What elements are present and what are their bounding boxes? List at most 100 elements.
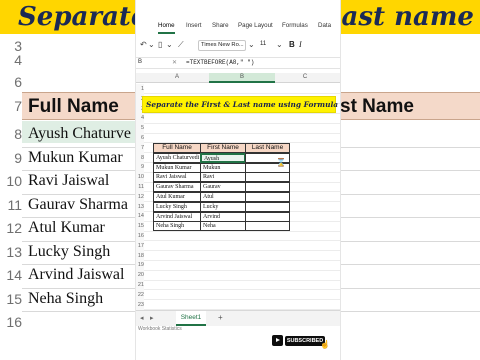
row-number[interactable]: 9 — [136, 162, 144, 173]
undo-dropdown-icon[interactable]: ⌄ — [148, 40, 155, 50]
bold-button[interactable]: B — [289, 40, 295, 49]
italic-button[interactable]: I — [299, 40, 302, 49]
row-number[interactable]: 7 — [136, 142, 144, 153]
row-number[interactable]: 14 — [136, 211, 144, 222]
table-header-first-name[interactable]: First Name — [200, 143, 246, 153]
tab-share[interactable]: Share — [212, 22, 229, 29]
row-number[interactable]: 10 — [136, 172, 144, 183]
bg-row-number: 15 — [6, 290, 22, 307]
row-number[interactable]: 15 — [136, 221, 144, 232]
tab-insert[interactable]: Insert — [186, 22, 201, 29]
column-header-bar: A B C — [136, 73, 340, 83]
mouse-cursor-icon: ⌛ — [276, 158, 286, 167]
bg-row-number: 7 — [14, 98, 22, 114]
table-cell-full-name[interactable]: Ravi Jaiswal — [153, 172, 201, 183]
bg-header-full-name: Full Name — [28, 96, 119, 117]
column-header-b[interactable]: B — [209, 74, 275, 80]
tab-formulas[interactable]: Formulas — [282, 22, 308, 29]
bg-row-number: 9 — [14, 149, 22, 166]
table-cell-last-name[interactable] — [245, 221, 290, 232]
clipboard-dropdown-icon[interactable]: ⌄ — [166, 40, 173, 50]
row-number[interactable]: 23 — [136, 299, 144, 310]
prev-sheet-icon[interactable]: ◂ — [140, 314, 144, 322]
table-cell-full-name[interactable]: Mukun Kumar — [153, 162, 201, 173]
row-number[interactable]: 13 — [136, 201, 144, 212]
row-number[interactable]: 16 — [136, 231, 144, 241]
row-number[interactable]: 4 — [136, 113, 144, 124]
row-number[interactable]: 21 — [136, 280, 144, 290]
table-cell-full-name[interactable]: Ayush Chaturvedi — [153, 152, 201, 163]
table-cell-full-name[interactable]: Lucky Singh — [153, 201, 201, 212]
size-dropdown-icon[interactable]: ⌄ — [276, 40, 283, 50]
bg-row-number: 13 — [6, 243, 22, 260]
status-bar-text: Workbook Statistics — [138, 326, 182, 332]
bg-header-last-name: st Name — [340, 96, 414, 117]
title-callout: Separate the First & Last name using For… — [142, 96, 338, 113]
row-number[interactable]: 5 — [136, 123, 144, 134]
column-header-a[interactable]: A — [144, 74, 210, 80]
bg-full-name: Arvind Jaiswal — [28, 266, 125, 283]
table-cell-first-name[interactable]: Lucky — [200, 201, 246, 212]
bg-full-name: Gaurav Sharma — [28, 195, 128, 213]
table-cell-full-name[interactable]: Gaurav Sharma — [153, 182, 201, 193]
table-cell-first-name[interactable]: Ayush — [200, 152, 246, 163]
row-number[interactable]: 18 — [136, 250, 144, 261]
table-cell-full-name[interactable]: Atul Kumar — [153, 192, 201, 202]
add-sheet-button[interactable]: + — [218, 313, 223, 322]
table-header-full-name[interactable]: Full Name — [153, 143, 201, 153]
table-cell-last-name[interactable] — [245, 201, 290, 212]
table-cell-last-name[interactable] — [245, 211, 290, 222]
bg-full-name: Atul Kumar — [28, 219, 105, 236]
row-number[interactable]: 8 — [136, 152, 144, 163]
bg-row-number: 4 — [14, 52, 22, 68]
table-cell-first-name[interactable]: Arvind — [200, 211, 246, 222]
table-cell-full-name[interactable]: Arvind Jaiswal — [153, 211, 201, 222]
row-number[interactable]: 1 — [136, 84, 144, 94]
undo-icon[interactable]: ↶ — [140, 40, 147, 50]
bg-row-number: 12 — [6, 220, 22, 236]
name-box[interactable]: B — [138, 59, 142, 65]
font-name-select[interactable]: Times New Ro... — [198, 40, 246, 51]
row-number[interactable]: 11 — [136, 182, 144, 192]
row-number[interactable]: 20 — [136, 270, 144, 281]
sheet-tab-sheet1[interactable]: Sheet1 — [176, 311, 206, 326]
clipboard-icon[interactable]: ▯ — [158, 40, 162, 50]
row-number[interactable]: 6 — [136, 133, 144, 143]
bg-row-number: 10 — [6, 173, 22, 189]
tab-home[interactable]: Home — [158, 22, 175, 29]
table-cell-first-name[interactable]: Gaurav — [200, 182, 246, 193]
table-cell-first-name[interactable]: Ravi — [200, 172, 246, 183]
tab-data[interactable]: Data — [318, 22, 331, 29]
table-cell-last-name[interactable] — [245, 172, 290, 183]
column-header-c[interactable]: C — [275, 74, 335, 80]
tab-page-layout[interactable]: Page Layout — [238, 22, 273, 29]
font-dropdown-icon[interactable]: ⌄ — [248, 40, 255, 50]
bg-row-number: 8 — [14, 126, 22, 142]
bg-row-number: 14 — [6, 267, 22, 283]
table-cell-last-name[interactable] — [245, 182, 290, 193]
row-number[interactable]: 12 — [136, 191, 144, 202]
bg-row-number: 11 — [7, 196, 22, 213]
table-cell-first-name[interactable]: Neha — [200, 221, 246, 232]
row-number[interactable]: 22 — [136, 289, 144, 300]
bg-row-number: 16 — [6, 314, 22, 330]
formula-input[interactable]: =TEXTBEFORE(A8," ") — [186, 59, 254, 66]
next-sheet-icon[interactable]: ▸ — [150, 314, 154, 322]
table-cell-first-name[interactable]: Atul — [200, 192, 246, 202]
row-number[interactable]: 19 — [136, 260, 144, 271]
video-frame: Separate the First & Last name using For… — [0, 0, 480, 360]
pointer-hand-icon: ☝ — [320, 340, 330, 349]
bg-full-name: Mukun Kumar — [28, 148, 123, 166]
sheet-tab-bar: ◂ ▸ Sheet1 + — [136, 310, 340, 326]
row-number[interactable]: 17 — [136, 240, 144, 251]
cancel-formula-icon[interactable]: ✕ — [172, 59, 177, 66]
brush-icon[interactable]: ⟋ — [178, 40, 184, 50]
table-cell-last-name[interactable] — [245, 192, 290, 202]
table-header-last-name[interactable]: Last Name — [245, 143, 290, 153]
excel-mobile-screen: Home Insert Share Page Layout Formulas D… — [136, 0, 340, 360]
subscribe-button[interactable]: SUBSCRIBED — [285, 336, 325, 346]
table-cell-full-name[interactable]: Neha Singh — [153, 221, 201, 232]
youtube-logo-icon — [272, 335, 283, 346]
table-cell-first-name[interactable]: Mukun — [200, 162, 246, 173]
active-tab-indicator — [158, 32, 175, 34]
